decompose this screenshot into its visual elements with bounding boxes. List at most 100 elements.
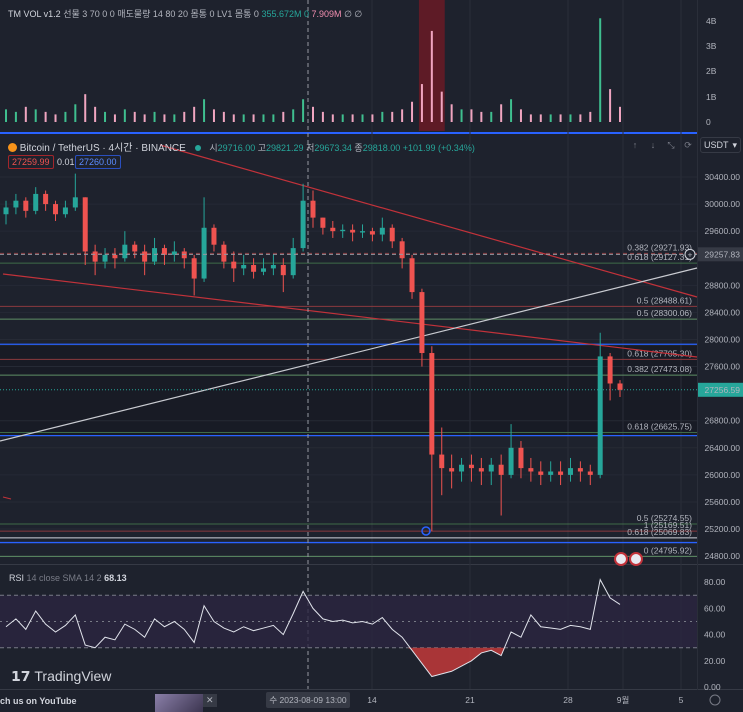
candle-body xyxy=(409,258,415,293)
volume-bar xyxy=(420,84,423,122)
price-tick-label: 30400.00 xyxy=(705,172,741,182)
sell-button[interactable]: 27259.99 xyxy=(8,155,54,169)
tradingview-logo[interactable]: 𝟭𝟳 TradingView xyxy=(11,668,111,685)
price-tick-label: 26400.00 xyxy=(705,443,741,453)
volume-bar xyxy=(510,99,513,122)
symbol-header: Bitcoin / TetherUS · 4시간 · BINANCE 시2971… xyxy=(8,139,475,154)
maximize-icon[interactable]: ⟳ xyxy=(681,139,695,151)
candle-body xyxy=(607,356,613,384)
volume-bar xyxy=(440,91,443,122)
plus-glyph: + xyxy=(688,249,693,259)
candle-body xyxy=(597,356,603,475)
youtube-popup[interactable]: ch us on YouTube ✕ xyxy=(0,690,220,712)
volume-bar xyxy=(14,111,17,122)
volume-bar xyxy=(173,114,176,122)
popup-close-icon[interactable]: ✕ xyxy=(203,694,217,707)
collapse-icon[interactable]: ⤡ xyxy=(664,139,678,151)
volume-bar xyxy=(589,111,592,122)
volume-bar xyxy=(460,109,463,122)
rsi-tick-label: 60.00 xyxy=(704,603,726,613)
ohlc-change: +101.99 (+0.34%) xyxy=(402,143,475,153)
crosshair-time-label: 수 2023-08-09 13:00 xyxy=(269,695,347,705)
ohlc-close: 29818.00 xyxy=(362,143,401,153)
candle-body xyxy=(201,227,207,279)
rsi-legend: RSI 14 close SMA 14 2 68.13 xyxy=(9,573,127,583)
candle-body xyxy=(241,265,247,269)
volume-bar xyxy=(34,109,37,122)
candle-body xyxy=(379,227,385,235)
candle-body xyxy=(389,227,395,242)
candle-body xyxy=(439,454,445,469)
candle-body xyxy=(221,244,227,262)
symbol-title[interactable]: Bitcoin / TetherUS · 4시간 · BINANCE xyxy=(20,143,186,154)
volume-bar xyxy=(500,104,503,122)
rsi-tick-label: 20.00 xyxy=(704,656,726,666)
volume-bar xyxy=(262,114,265,122)
currency-value: USDT xyxy=(704,140,729,150)
volume-bar xyxy=(272,114,275,122)
volume-tick-label: 3B xyxy=(706,41,717,51)
chart-canvas[interactable]: 30400.00 30000.00 29600.00 28800.00 28400.00… xyxy=(0,0,743,712)
chevron-down-icon: ▾ xyxy=(732,140,737,150)
volume-bar xyxy=(351,114,354,122)
candle-body xyxy=(300,200,306,249)
candle-body xyxy=(112,254,118,259)
volume-indicator-name: TM VOL v1.2 xyxy=(8,9,61,19)
move-up-icon[interactable]: ↑ xyxy=(628,139,642,151)
candle-body xyxy=(280,265,286,276)
candle-body xyxy=(181,251,187,259)
us-flag-event-icon[interactable] xyxy=(629,552,643,566)
volume-bar xyxy=(292,109,295,122)
volume-bar xyxy=(391,111,394,122)
volume-bar xyxy=(242,114,245,122)
move-down-icon[interactable]: ↓ xyxy=(646,139,660,151)
rsi-params: 14 close SMA 14 2 xyxy=(26,573,102,583)
price-tick-label: 27600.00 xyxy=(705,362,741,372)
candle-body xyxy=(488,464,494,472)
candle-body xyxy=(191,258,197,279)
candle-body xyxy=(23,200,29,211)
volume-bar xyxy=(153,111,156,122)
price-tick-label: 24800.00 xyxy=(705,551,741,561)
volume-bar xyxy=(539,114,542,122)
volume-bar xyxy=(381,111,384,122)
candle-body xyxy=(33,193,39,211)
price-tick-label: 26000.00 xyxy=(705,470,741,480)
volume-tick-label: 0 xyxy=(706,117,711,127)
volume-bar xyxy=(361,114,364,122)
fib-level-label: 0.618 (29127.31) xyxy=(627,252,692,262)
currency-select[interactable]: USDT ▾ xyxy=(700,137,741,153)
candle-body xyxy=(429,353,435,455)
volume-bar xyxy=(44,111,47,122)
candle-body xyxy=(260,268,266,272)
us-flag-event-icon[interactable] xyxy=(614,552,628,566)
candle-body xyxy=(508,447,514,475)
volume-bar xyxy=(599,18,602,122)
candle-body xyxy=(498,464,504,475)
volume-bar xyxy=(222,111,225,122)
rsi-tick-label: 40.00 xyxy=(704,630,726,640)
youtube-thumbnail[interactable] xyxy=(155,694,203,712)
volume-bar xyxy=(143,114,146,122)
fib-level-label: 0.618 (26625.75) xyxy=(627,422,692,432)
price-axis-border xyxy=(697,0,698,690)
candle-body xyxy=(449,468,455,472)
time-tick-label: 9월 xyxy=(617,695,630,705)
candle-body xyxy=(132,244,138,252)
candle-body xyxy=(340,229,346,232)
volume-bar xyxy=(549,114,552,122)
time-tick-label: 14 xyxy=(367,695,377,705)
volume-bar xyxy=(113,114,116,122)
volume-bar xyxy=(559,114,562,122)
volume-bar xyxy=(450,104,453,122)
candle-body xyxy=(548,471,554,475)
time-tick-label: 5 xyxy=(679,695,684,705)
volume-bar xyxy=(203,99,206,122)
volume-bar xyxy=(529,114,532,122)
volume-bar xyxy=(321,111,324,122)
rsi-name: RSI xyxy=(9,573,25,583)
buy-button[interactable]: 27260.00 xyxy=(75,155,121,169)
fib-level-label: 0.618 (25069.83) xyxy=(627,527,692,537)
candle-body xyxy=(211,227,217,245)
volume-bar xyxy=(569,114,572,122)
